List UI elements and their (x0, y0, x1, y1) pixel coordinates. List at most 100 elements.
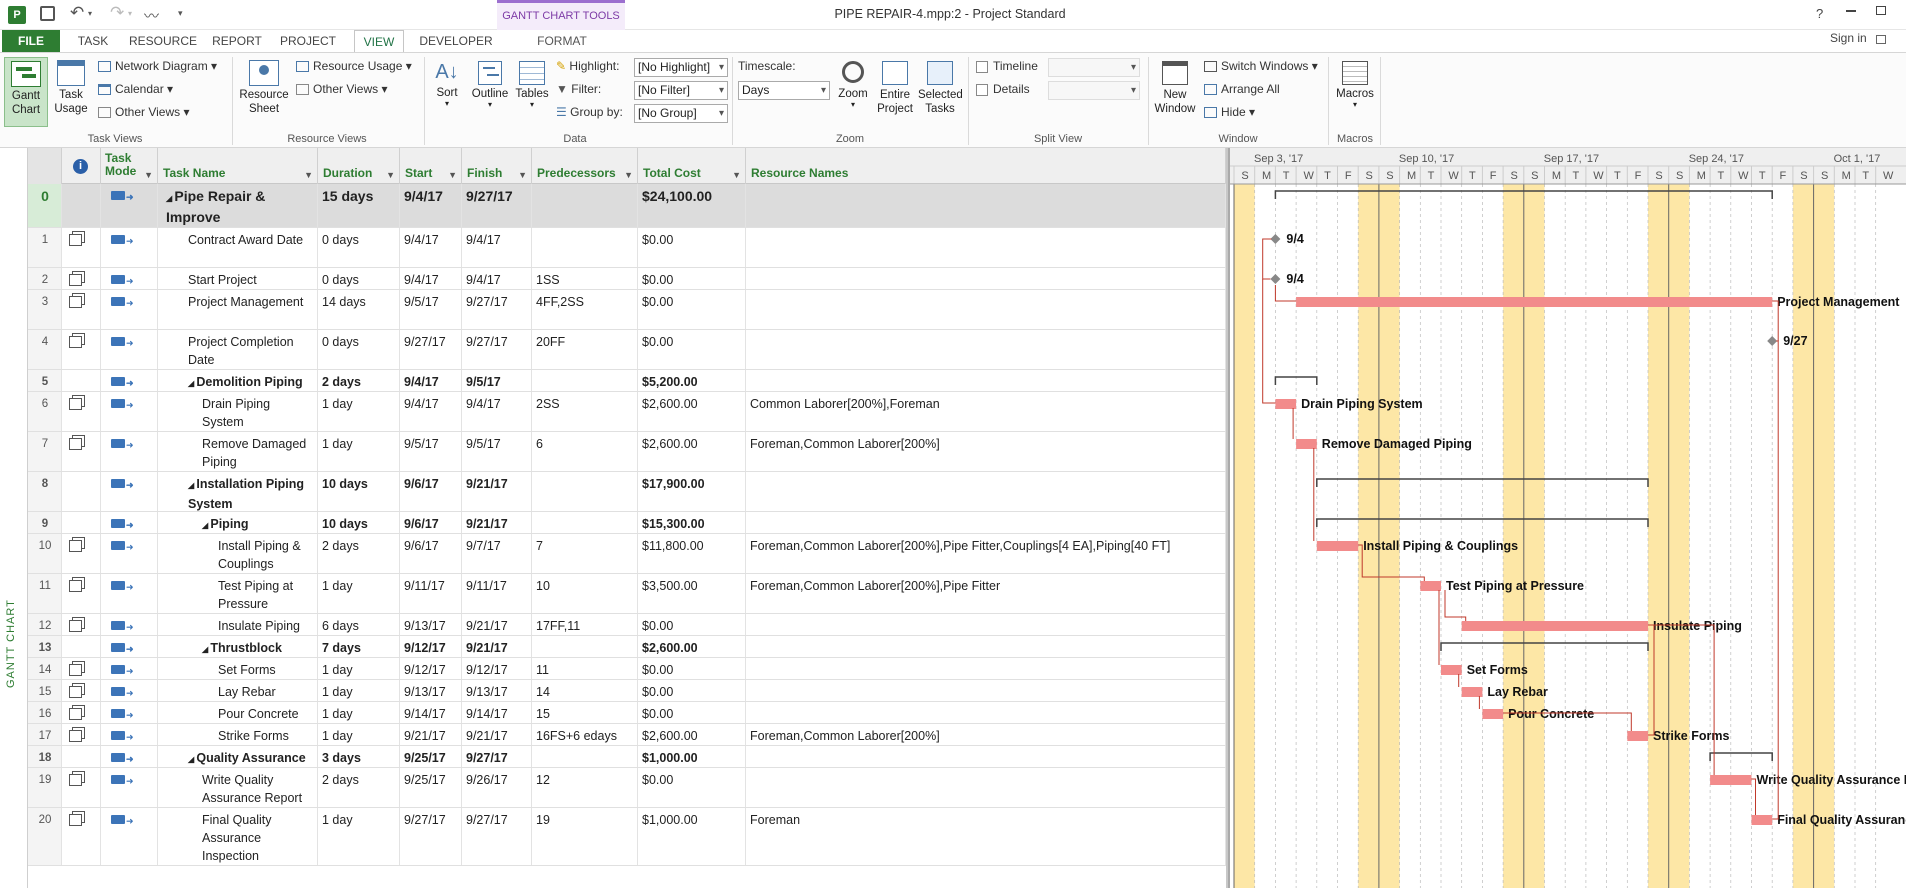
table-row[interactable]: 4 ➜ Project Completion Date 0 days 9/27/17 9/… (28, 330, 1226, 370)
resource-sheet-button[interactable]: Resource Sheet (236, 57, 292, 127)
duration-cell[interactable]: 1 day (318, 702, 400, 723)
tab-task[interactable]: TASK (70, 30, 116, 52)
notes-icon[interactable] (69, 234, 82, 246)
total-cost-cell[interactable]: $5,200.00 (638, 370, 746, 391)
duration-cell[interactable]: 10 days (318, 512, 400, 533)
predecessors-cell[interactable] (532, 370, 638, 391)
task-name-cell[interactable]: Remove Damaged Piping (158, 432, 318, 471)
header-task-name[interactable]: Task Name ▼ (158, 148, 318, 184)
resource-names-cell[interactable] (746, 746, 1226, 767)
new-window-button[interactable]: New Window (1150, 57, 1200, 127)
finish-cell[interactable]: 9/13/17 (462, 680, 532, 701)
minimize-icon[interactable] (1846, 10, 1856, 12)
duration-cell[interactable]: 2 days (318, 534, 400, 573)
table-row[interactable]: 12 ➜ Insulate Piping 6 days 9/13/17 9/21/17 17… (28, 614, 1226, 636)
predecessors-cell[interactable]: 6 (532, 432, 638, 471)
table-row[interactable]: 18 ➜ ◢ Quality Assurance 3 days 9/25/17 9/27/… (28, 746, 1226, 768)
task-mode-cell[interactable]: ➜ (101, 432, 158, 471)
finish-cell[interactable]: 9/27/17 (462, 184, 532, 227)
table-row[interactable]: 5 ➜ ◢ Demolition Piping 2 days 9/4/17 9/5/17 $… (28, 370, 1226, 392)
row-id[interactable]: 17 (28, 724, 62, 745)
duration-cell[interactable]: 3 days (318, 746, 400, 767)
details-checkbox[interactable]: Details (976, 82, 1030, 96)
predecessors-cell[interactable] (532, 512, 638, 533)
indicator-cell[interactable] (62, 290, 101, 329)
sort-button[interactable]: A↓ Sort ▾ (430, 57, 464, 127)
header-dropdown-icon[interactable]: ▼ (518, 170, 527, 180)
highlight-combo[interactable]: [No Highlight] (634, 58, 728, 77)
task-name-cell[interactable]: Start Project (158, 268, 318, 289)
zoom-button[interactable]: Zoom ▾ (834, 57, 872, 127)
finish-cell[interactable]: 9/26/17 (462, 768, 532, 807)
hide-button[interactable]: Hide ▾ (1204, 105, 1255, 119)
row-id[interactable]: 18 (28, 746, 62, 767)
notes-icon[interactable] (69, 708, 82, 720)
row-id[interactable]: 0 (28, 184, 62, 227)
groupby-combo[interactable]: [No Group] (634, 104, 728, 123)
row-id[interactable]: 6 (28, 392, 62, 431)
sign-in-link[interactable]: Sign in (1830, 31, 1867, 45)
table-row[interactable]: 19 ➜ Write Quality Assurance Report 2 days 9… (28, 768, 1226, 808)
task-mode-cell[interactable]: ➜ (101, 472, 158, 511)
start-cell[interactable]: 9/11/17 (400, 574, 462, 613)
task-name-cell[interactable]: Install Piping & Couplings (158, 534, 318, 573)
table-row[interactable]: 16 ➜ Pour Concrete 1 day 9/14/17 9/14/17 15 $0.… (28, 702, 1226, 724)
customize-qat-icon[interactable]: ▾ (178, 8, 183, 19)
total-cost-cell[interactable]: $0.00 (638, 330, 746, 369)
start-cell[interactable]: 9/27/17 (400, 808, 462, 865)
total-cost-cell[interactable]: $0.00 (638, 268, 746, 289)
notes-icon[interactable] (69, 774, 82, 786)
header-dropdown-icon[interactable]: ▼ (144, 170, 153, 180)
finish-cell[interactable]: 9/21/17 (462, 512, 532, 533)
duration-cell[interactable]: 14 days (318, 290, 400, 329)
task-mode-cell[interactable]: ➜ (101, 614, 158, 635)
start-cell[interactable]: 9/25/17 (400, 768, 462, 807)
tab-report[interactable]: REPORT (208, 30, 266, 52)
arrange-all-button[interactable]: Arrange All (1204, 82, 1280, 96)
indicator-cell[interactable] (62, 184, 101, 227)
notes-icon[interactable] (69, 686, 82, 698)
predecessors-cell[interactable]: 10 (532, 574, 638, 613)
task-mode-cell[interactable]: ➜ (101, 636, 158, 657)
tab-format[interactable]: FORMAT (520, 30, 604, 52)
indicator-cell[interactable] (62, 702, 101, 723)
duration-cell[interactable]: 1 day (318, 392, 400, 431)
indicator-cell[interactable] (62, 574, 101, 613)
task-name-cell[interactable]: Test Piping at Pressure (158, 574, 318, 613)
task-mode-cell[interactable]: ➜ (101, 534, 158, 573)
timescale-combo[interactable]: Days (738, 81, 830, 100)
indicator-cell[interactable] (62, 512, 101, 533)
resource-names-cell[interactable] (746, 702, 1226, 723)
table-row[interactable]: 10 ➜ Install Piping & Couplings 2 days 9/6/1… (28, 534, 1226, 574)
header-task-mode[interactable]: Task Mode ▼ (101, 148, 158, 184)
predecessors-cell[interactable] (532, 472, 638, 511)
finish-cell[interactable]: 9/12/17 (462, 658, 532, 679)
predecessors-cell[interactable]: 20FF (532, 330, 638, 369)
total-cost-cell[interactable]: $2,600.00 (638, 636, 746, 657)
table-row[interactable]: 1 ➜ Contract Award Date 0 days 9/4/17 9/4/17 $… (28, 228, 1226, 268)
task-name-cell[interactable]: Insulate Piping (158, 614, 318, 635)
table-row[interactable]: 0 ➜ ◢ Pipe Repair & Improve 15 days 9/4/17 9/… (28, 184, 1226, 228)
table-row[interactable]: 17 ➜ Strike Forms 1 day 9/21/17 9/21/17 16FS+6… (28, 724, 1226, 746)
undo-dropdown-icon[interactable]: ▾ (88, 9, 92, 18)
predecessors-cell[interactable]: 4FF,2SS (532, 290, 638, 329)
start-cell[interactable]: 9/25/17 (400, 746, 462, 767)
duration-cell[interactable]: 1 day (318, 680, 400, 701)
duration-cell[interactable]: 1 day (318, 658, 400, 679)
start-cell[interactable]: 9/21/17 (400, 724, 462, 745)
task-mode-cell[interactable]: ➜ (101, 702, 158, 723)
task-name-cell[interactable]: Set Forms (158, 658, 318, 679)
finish-cell[interactable]: 9/5/17 (462, 432, 532, 471)
indicator-cell[interactable] (62, 472, 101, 511)
start-cell[interactable]: 9/4/17 (400, 370, 462, 391)
tables-button[interactable]: Tables ▾ (514, 57, 550, 127)
total-cost-cell[interactable]: $0.00 (638, 228, 746, 267)
notes-icon[interactable] (69, 296, 82, 308)
resource-names-cell[interactable] (746, 658, 1226, 679)
table-row[interactable]: 6 ➜ Drain Piping System 1 day 9/4/17 9/4/17 2S… (28, 392, 1226, 432)
finish-cell[interactable]: 9/21/17 (462, 724, 532, 745)
duration-cell[interactable]: 10 days (318, 472, 400, 511)
tab-resource[interactable]: RESOURCE (126, 30, 200, 52)
start-cell[interactable]: 9/6/17 (400, 512, 462, 533)
duration-cell[interactable]: 7 days (318, 636, 400, 657)
